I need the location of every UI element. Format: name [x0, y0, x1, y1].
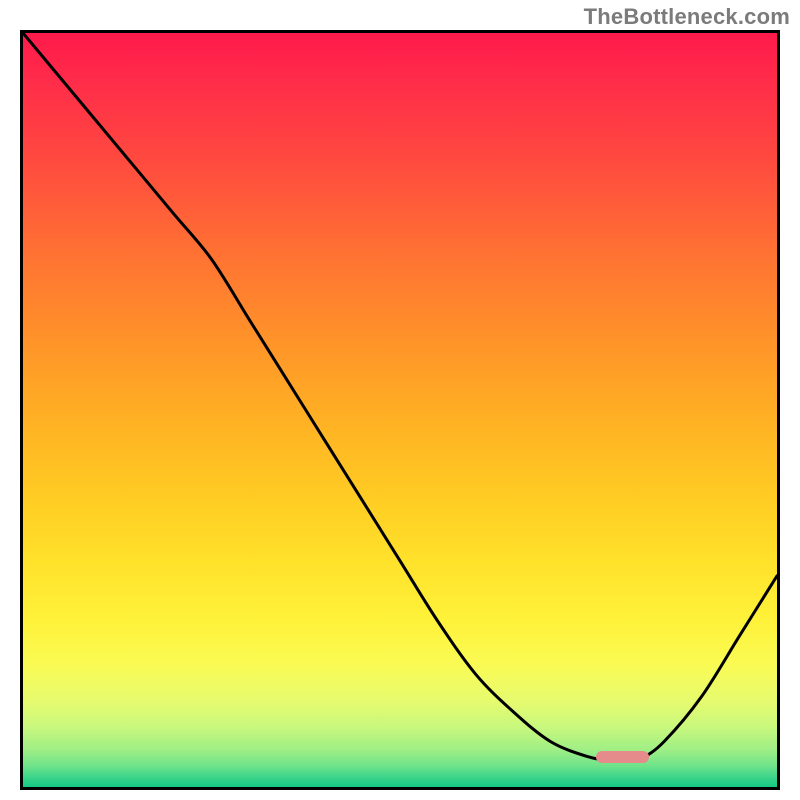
chart-container: TheBottleneck.com [0, 0, 800, 800]
curve-path [23, 33, 777, 761]
optimal-range-marker [596, 751, 649, 763]
bottleneck-curve [23, 33, 777, 787]
plot-area [20, 30, 780, 790]
attribution-text: TheBottleneck.com [584, 4, 790, 30]
